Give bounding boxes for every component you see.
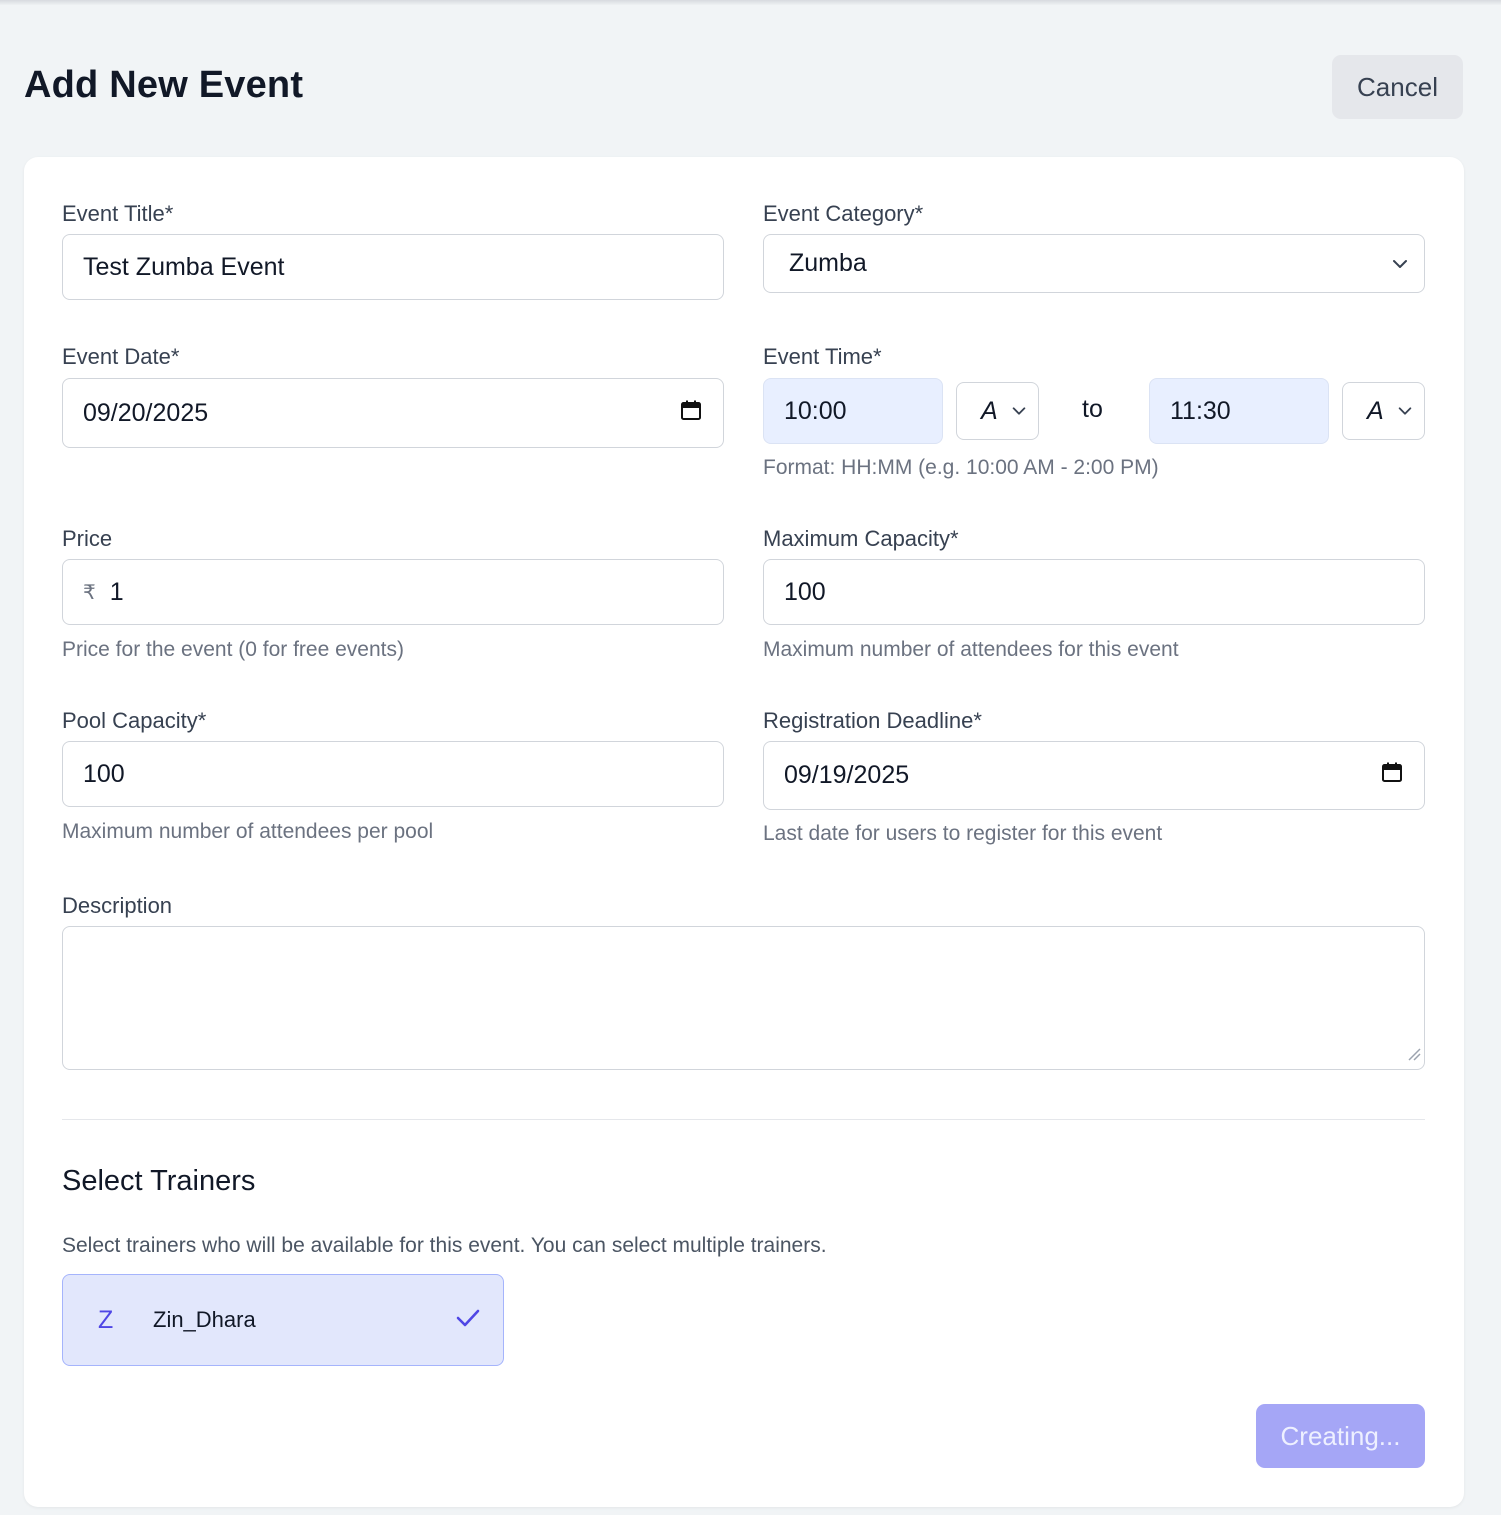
registration-deadline-help: Last date for users to register for this…: [763, 822, 1163, 845]
end-time-input[interactable]: 11:30: [1149, 378, 1329, 444]
description-label: Description: [62, 893, 173, 918]
top-shadow: [0, 0, 1501, 5]
time-separator: to: [1082, 395, 1103, 423]
chevron-down-icon: [1390, 254, 1410, 274]
event-date-label: Event Date*: [62, 344, 180, 369]
event-time-help: Format: HH:MM (e.g. 10:00 AM - 2:00 PM): [763, 456, 1159, 479]
chevron-down-icon: [1396, 402, 1414, 420]
event-date-input[interactable]: 09/20/2025: [62, 378, 724, 448]
start-period-value: A: [981, 396, 998, 425]
registration-deadline-label: Registration Deadline*: [763, 708, 982, 733]
calendar-icon[interactable]: [679, 398, 703, 429]
trainers-title: Select Trainers: [62, 1165, 256, 1197]
max-capacity-label: Maximum Capacity*: [763, 526, 959, 551]
currency-symbol: ₹: [83, 581, 96, 604]
registration-deadline-value: 09/19/2025: [784, 761, 910, 789]
event-time-label: Event Time*: [763, 344, 882, 369]
event-form-card: Event Title* Test Zumba Event Event Cate…: [24, 157, 1464, 1507]
pool-capacity-input[interactable]: 100: [62, 741, 724, 807]
max-capacity-help: Maximum number of attendees for this eve…: [763, 638, 1179, 661]
event-title-label: Event Title*: [62, 201, 174, 226]
section-divider: [62, 1119, 1425, 1120]
max-capacity-input[interactable]: 100: [763, 559, 1425, 625]
check-icon: [455, 1307, 481, 1334]
price-help: Price for the event (0 for free events): [62, 638, 404, 661]
max-capacity-value: 100: [784, 577, 826, 606]
pool-capacity-value: 100: [83, 759, 125, 788]
trainer-name: Zin_Dhara: [153, 1307, 256, 1332]
end-time-value: 11:30: [1170, 396, 1231, 425]
cancel-button[interactable]: Cancel: [1332, 55, 1463, 119]
event-title-value: Test Zumba Event: [83, 252, 285, 281]
chevron-down-icon: [1010, 402, 1028, 420]
start-period-select[interactable]: A: [956, 382, 1039, 440]
price-input[interactable]: ₹ 1: [62, 559, 724, 625]
trainers-help: Select trainers who will be available fo…: [62, 1234, 827, 1257]
end-period-value: A: [1367, 396, 1384, 425]
trainer-initial: Z: [98, 1305, 114, 1334]
event-category-select[interactable]: Zumba: [763, 234, 1425, 293]
registration-deadline-input[interactable]: 09/19/2025: [763, 741, 1425, 810]
event-category-label: Event Category*: [763, 201, 924, 226]
create-event-button[interactable]: Creating...: [1256, 1404, 1425, 1468]
start-time-value: 10:00: [784, 396, 847, 425]
start-time-input[interactable]: 10:00: [763, 378, 943, 444]
calendar-icon[interactable]: [1380, 760, 1404, 791]
page-title: Add New Event: [24, 64, 304, 106]
pool-capacity-help: Maximum number of attendees per pool: [62, 820, 434, 843]
trainer-option[interactable]: Z Zin_Dhara: [62, 1274, 504, 1366]
end-period-select[interactable]: A: [1342, 382, 1425, 440]
description-textarea[interactable]: [62, 926, 1425, 1070]
price-value: 1: [109, 577, 124, 606]
event-title-input[interactable]: Test Zumba Event: [62, 234, 724, 300]
event-category-value: Zumba: [789, 249, 867, 277]
pool-capacity-label: Pool Capacity*: [62, 708, 207, 733]
price-label: Price: [62, 526, 113, 551]
event-date-value: 09/20/2025: [83, 398, 209, 427]
resize-handle-icon[interactable]: [1407, 1047, 1421, 1066]
